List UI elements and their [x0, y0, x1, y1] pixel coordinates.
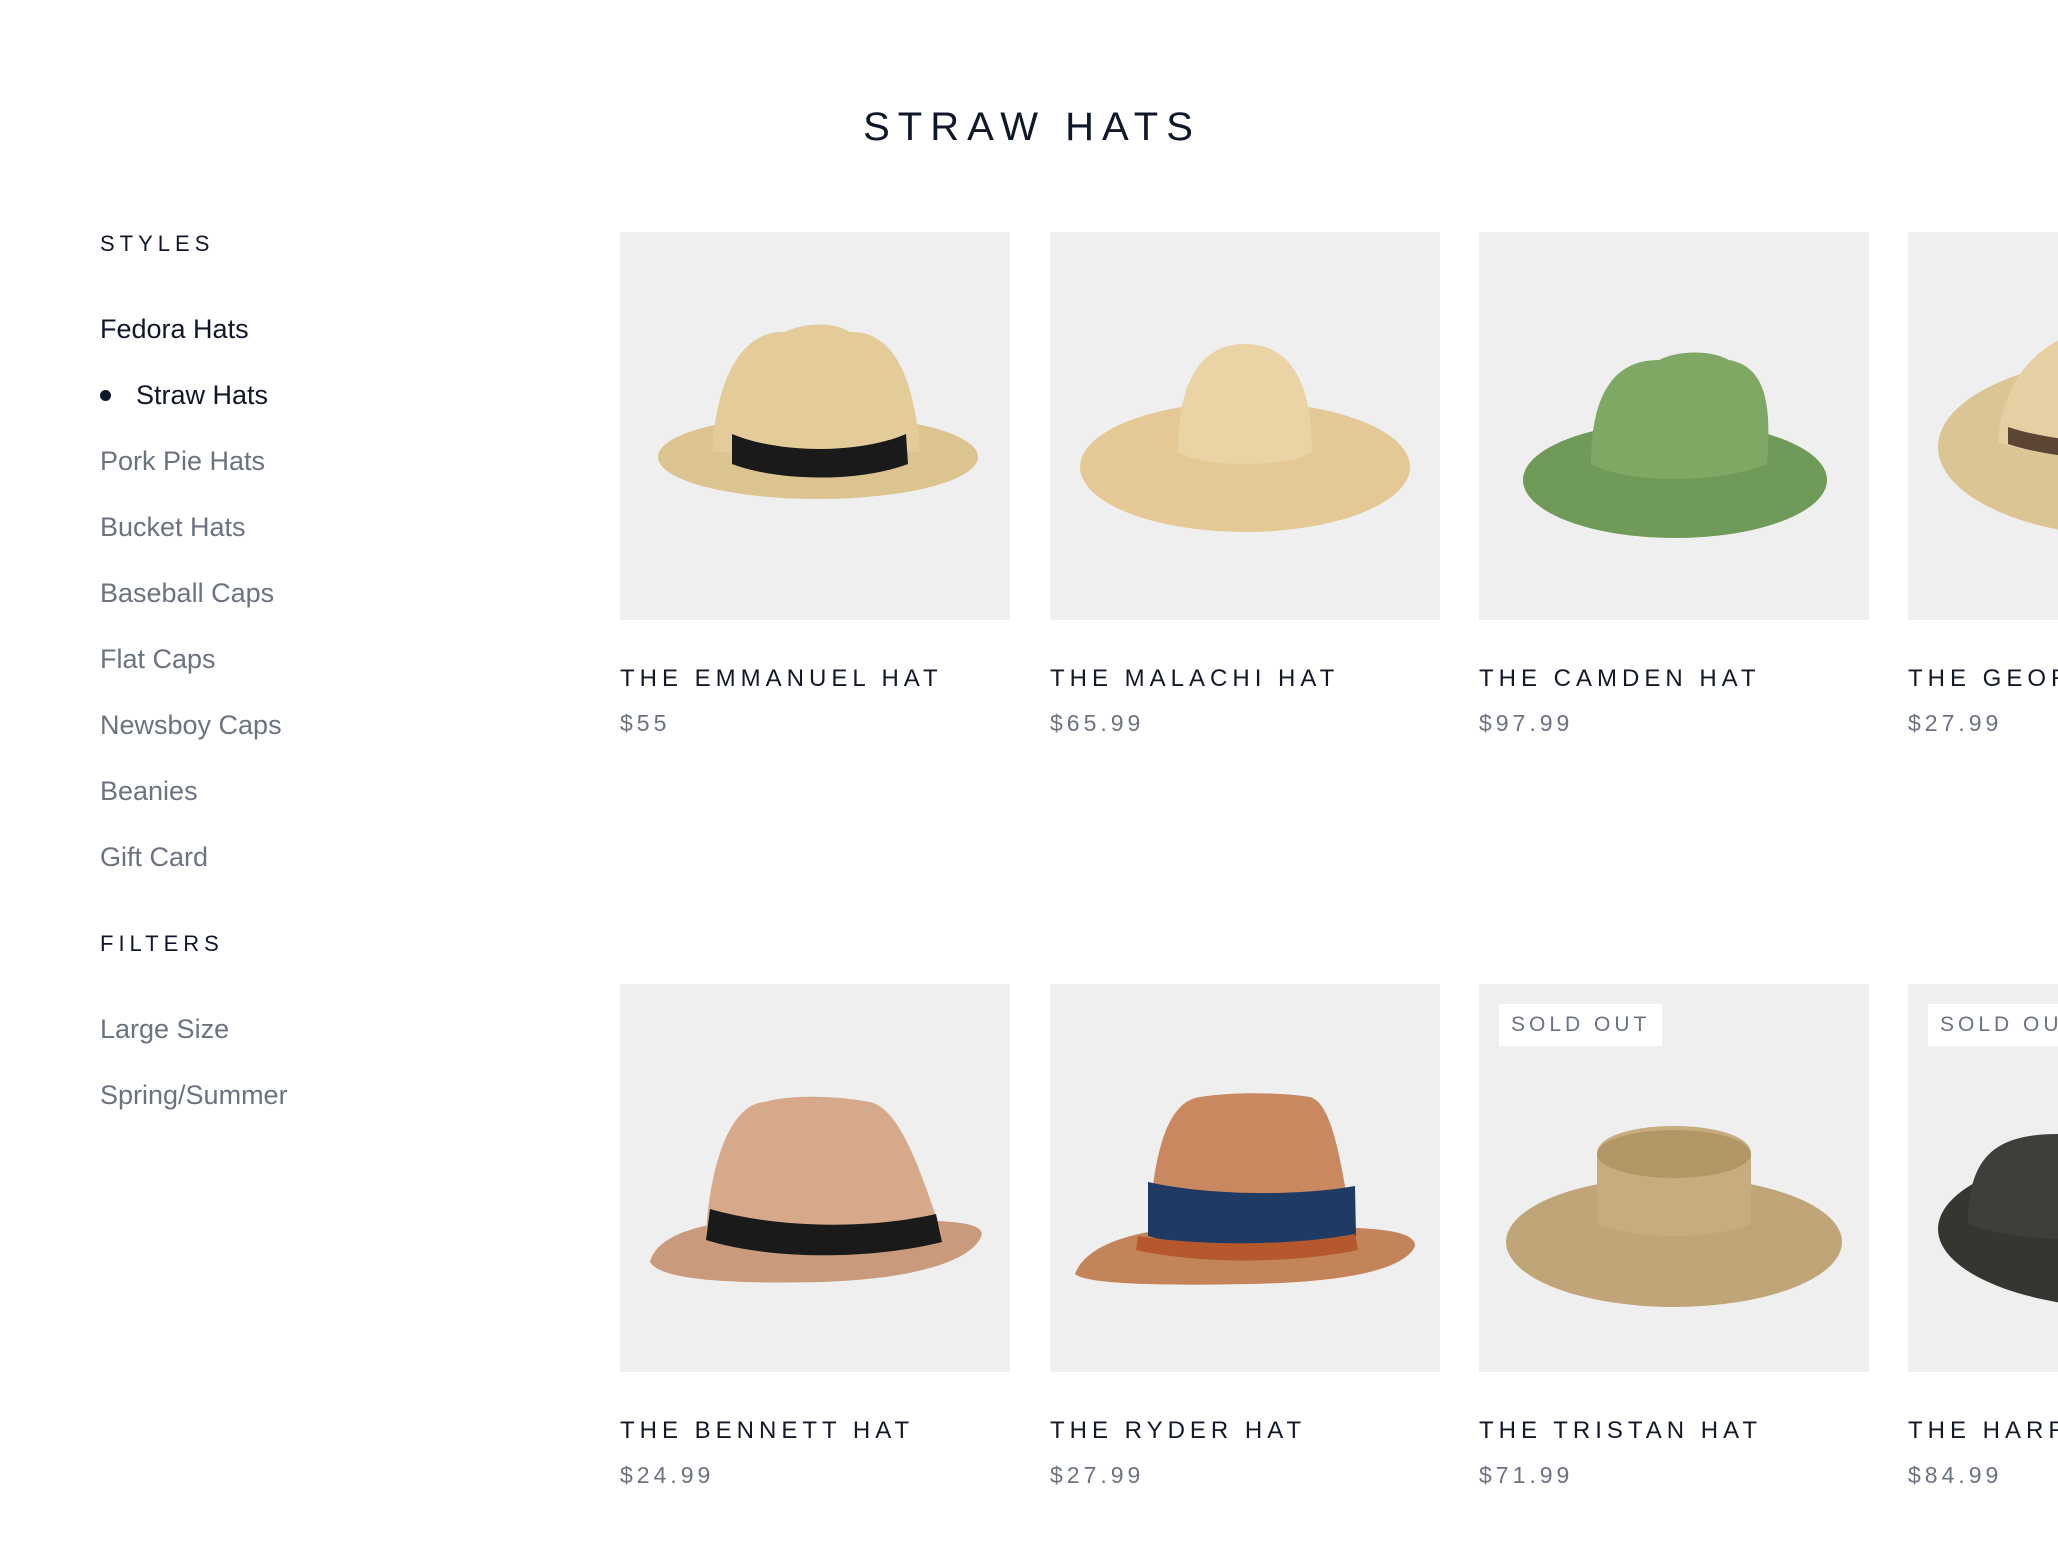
product-image[interactable]: [620, 232, 1010, 620]
product-price: $27.99: [1908, 710, 2003, 736]
wide-brim-straw-hat-icon: [1080, 344, 1410, 532]
product-grid: THE EMMANUEL HAT $55 THE MALACHI HAT $65…: [0, 0, 2058, 1546]
product-image[interactable]: [1050, 984, 1440, 1372]
product-image[interactable]: [1050, 232, 1440, 620]
product-image[interactable]: SOLD OU: [1908, 984, 2058, 1372]
fedora-straw-hat-icon: [658, 324, 978, 499]
product-price: $27.99: [1050, 1462, 1145, 1488]
green-fedora-hat-icon: [1523, 352, 1827, 538]
product-card[interactable]: SOLD OU THE HARR $84.99: [1908, 984, 2058, 1490]
product-image[interactable]: [1479, 232, 1869, 620]
product-card[interactable]: THE EMMANUEL HAT $55: [620, 232, 1010, 738]
product-card[interactable]: THE CAMDEN HAT $97.99: [1479, 232, 1869, 738]
product-name[interactable]: THE CAMDEN HAT: [1479, 664, 1869, 694]
straw-cowboy-hat-icon: [1938, 340, 2058, 530]
product-name[interactable]: THE BENNETT HAT: [620, 1416, 1010, 1446]
product-price: $84.99: [1908, 1462, 2003, 1488]
product-name[interactable]: THE RYDER HAT: [1050, 1416, 1440, 1446]
sold-out-badge: SOLD OU: [1928, 1004, 2058, 1046]
product-name[interactable]: THE GEOR: [1908, 664, 2058, 694]
product-name[interactable]: THE MALACHI HAT: [1050, 664, 1440, 694]
product-price: $71.99: [1479, 1462, 1574, 1488]
product-card[interactable]: SOLD OUT THE TRISTAN HAT $71.99: [1479, 984, 1869, 1490]
trilby-braided-band-hat-icon: [1075, 1093, 1415, 1285]
product-name[interactable]: THE HARR: [1908, 1416, 2058, 1446]
product-price: $55: [620, 710, 671, 736]
product-name[interactable]: THE TRISTAN HAT: [1479, 1416, 1869, 1446]
product-card[interactable]: THE GEOR $27.99: [1908, 232, 2058, 738]
product-card[interactable]: THE BENNETT HAT $24.99: [620, 984, 1010, 1490]
product-image[interactable]: SOLD OUT: [1479, 984, 1869, 1372]
trilby-hat-icon: [650, 1096, 982, 1283]
product-image[interactable]: [620, 984, 1010, 1372]
product-name[interactable]: THE EMMANUEL HAT: [620, 664, 1010, 694]
product-card[interactable]: THE MALACHI HAT $65.99: [1050, 232, 1440, 738]
product-image[interactable]: [1908, 232, 2058, 620]
product-price: $24.99: [620, 1462, 715, 1488]
product-price: $65.99: [1050, 710, 1145, 736]
sold-out-badge: SOLD OUT: [1499, 1004, 1663, 1046]
product-card[interactable]: THE RYDER HAT $27.99: [1050, 984, 1440, 1490]
product-price: $97.99: [1479, 710, 1574, 736]
